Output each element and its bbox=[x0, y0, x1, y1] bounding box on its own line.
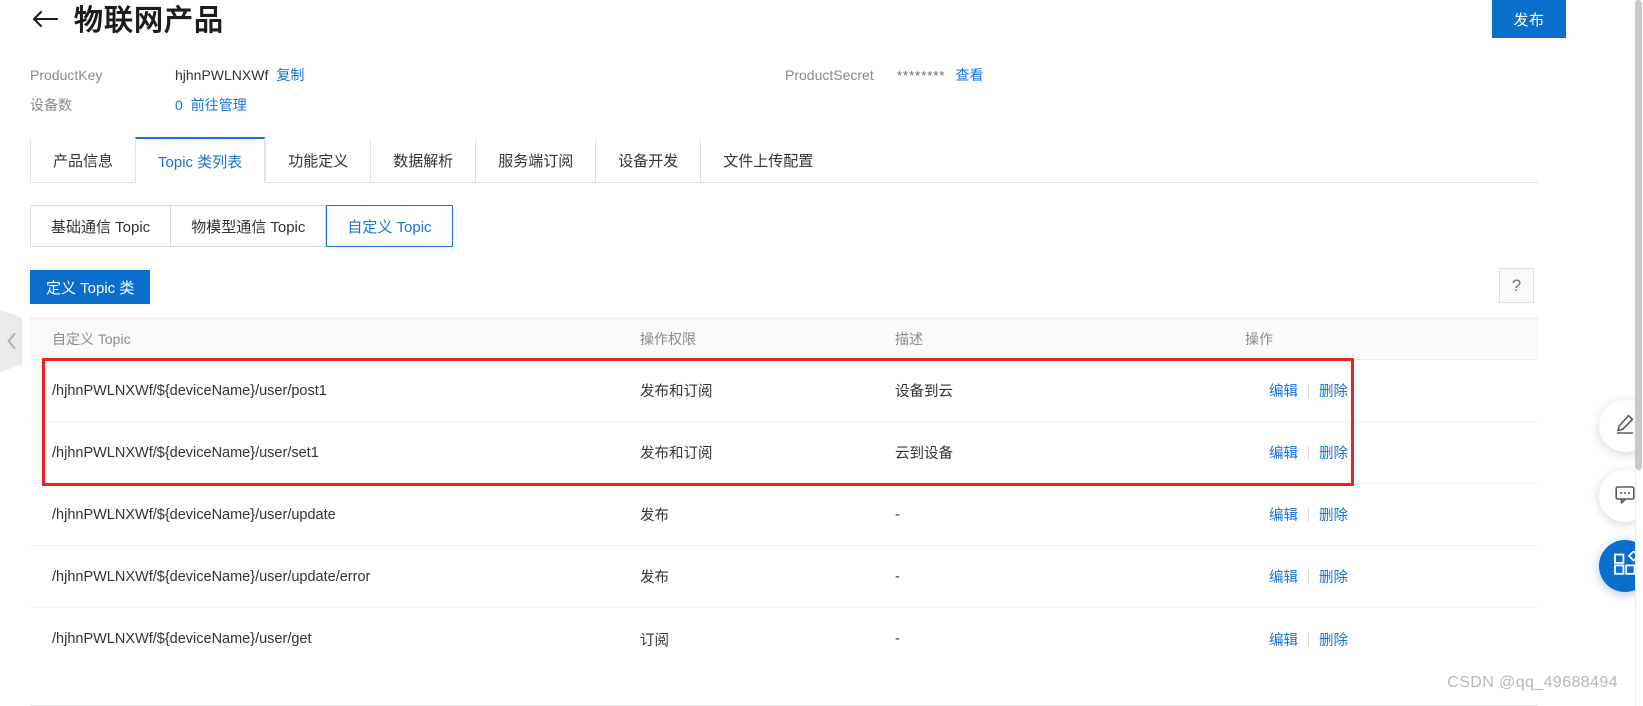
tab-server-subscribe[interactable]: 服务端订阅 bbox=[475, 138, 596, 182]
page-title: 物联网产品 bbox=[74, 4, 225, 37]
view-productsecret-link[interactable]: 查看 bbox=[955, 65, 983, 85]
productkey-label: ProductKey bbox=[30, 67, 103, 83]
tab-device-dev[interactable]: 设备开发 bbox=[595, 138, 701, 182]
delete-link[interactable]: 删除 bbox=[1309, 442, 1358, 463]
meta-row-devicecount: 设备数 0 前往管理 bbox=[30, 90, 1370, 120]
cell-description: - bbox=[895, 568, 900, 585]
productkey-value: hjhnPWLNXWf bbox=[175, 67, 269, 83]
cell-permission: 订阅 bbox=[640, 632, 669, 649]
delete-link[interactable]: 删除 bbox=[1309, 566, 1358, 587]
productsecret-label: ProductSecret bbox=[785, 67, 874, 83]
productsecret-value: ******** bbox=[897, 67, 946, 83]
table-row[interactable]: /hjhnPWLNXWf/${deviceName}/user/update 发… bbox=[30, 484, 1538, 546]
page-header: 物联网产品 bbox=[30, 6, 224, 36]
column-header-topic: 自定义 Topic bbox=[52, 331, 131, 347]
cell-actions: 编辑 删除 bbox=[1245, 442, 1538, 463]
devicecount-value: 0 bbox=[175, 97, 183, 113]
meta-row-productsecret: ProductSecret ******** 查看 bbox=[785, 60, 983, 90]
edit-link[interactable]: 编辑 bbox=[1259, 566, 1308, 587]
cell-permission: 发布和订阅 bbox=[640, 384, 713, 400]
tab-product-info[interactable]: 产品信息 bbox=[30, 138, 136, 182]
topic-subtabs: 基础通信 Topic 物模型通信 Topic 自定义 Topic bbox=[30, 205, 453, 247]
chat-bubble-icon bbox=[1613, 482, 1637, 511]
page-root: 发布 物联网产品 ProductKey hjhnPWLNXWf 复制 Produ… bbox=[0, 0, 1643, 706]
cell-topic: /hjhnPWLNXWf/${deviceName}/user/get bbox=[52, 631, 312, 647]
scrollbar-thumb[interactable] bbox=[1635, 0, 1642, 470]
left-rail bbox=[0, 0, 22, 706]
sidebar-collapse-handle[interactable] bbox=[0, 310, 22, 372]
publish-button[interactable]: 发布 bbox=[1492, 0, 1566, 38]
pencil-icon bbox=[1613, 412, 1637, 441]
subtab-basic-topic[interactable]: 基础通信 Topic bbox=[30, 205, 172, 247]
chevron-left-icon bbox=[6, 332, 17, 350]
cell-actions: 编辑 删除 bbox=[1245, 629, 1538, 650]
cell-description: - bbox=[895, 631, 900, 647]
primary-tabs: 产品信息 Topic 类列表 功能定义 数据解析 服务端订阅 设备开发 文件上传… bbox=[30, 137, 1538, 184]
column-header-permission: 操作权限 bbox=[640, 331, 696, 347]
watermark: CSDN @qq_49688494 bbox=[1447, 674, 1618, 691]
column-header-action: 操作 bbox=[1245, 331, 1273, 347]
column-header-description: 描述 bbox=[895, 331, 923, 347]
tab-data-parse[interactable]: 数据解析 bbox=[370, 138, 476, 182]
tab-file-upload[interactable]: 文件上传配置 bbox=[700, 138, 836, 182]
cell-topic: /hjhnPWLNXWf/${deviceName}/user/post1 bbox=[52, 382, 327, 399]
table-row[interactable]: /hjhnPWLNXWf/${deviceName}/user/update/e… bbox=[30, 546, 1538, 608]
edit-link[interactable]: 编辑 bbox=[1259, 442, 1308, 463]
cell-permission: 发布 bbox=[640, 570, 669, 586]
tab-function-define[interactable]: 功能定义 bbox=[265, 138, 371, 182]
edit-link[interactable]: 编辑 bbox=[1259, 629, 1308, 650]
cell-description: - bbox=[895, 506, 900, 523]
cell-actions: 编辑 删除 bbox=[1245, 380, 1538, 401]
page-scrollbar[interactable] bbox=[1635, 0, 1643, 706]
arrow-left-icon bbox=[31, 9, 59, 34]
delete-link[interactable]: 删除 bbox=[1309, 380, 1358, 401]
meta-row-productkey: ProductKey hjhnPWLNXWf 复制 ProductSecret … bbox=[30, 60, 1370, 90]
delete-link[interactable]: 删除 bbox=[1309, 504, 1358, 525]
cell-topic: /hjhnPWLNXWf/${deviceName}/user/set1 bbox=[52, 444, 319, 461]
cell-actions: 编辑 删除 bbox=[1245, 566, 1538, 587]
cell-topic: /hjhnPWLNXWf/${deviceName}/user/update bbox=[52, 506, 336, 523]
devicecount-label: 设备数 bbox=[30, 97, 72, 113]
cell-description: 设备到云 bbox=[895, 384, 953, 400]
edit-link[interactable]: 编辑 bbox=[1259, 504, 1308, 525]
cell-description: 云到设备 bbox=[895, 446, 953, 462]
tab-topic-list[interactable]: Topic 类列表 bbox=[135, 137, 266, 184]
help-button[interactable]: ? bbox=[1499, 268, 1534, 303]
cell-permission: 发布和订阅 bbox=[640, 446, 713, 462]
delete-link[interactable]: 删除 bbox=[1309, 629, 1358, 650]
go-manage-link[interactable]: 前往管理 bbox=[191, 95, 247, 115]
back-button[interactable] bbox=[30, 6, 60, 36]
cell-permission: 发布 bbox=[640, 508, 669, 524]
copy-productkey-link[interactable]: 复制 bbox=[276, 65, 304, 85]
subtab-tsl-topic[interactable]: 物模型通信 Topic bbox=[171, 205, 327, 247]
table-row[interactable]: /hjhnPWLNXWf/${deviceName}/user/set1 发布和… bbox=[30, 422, 1538, 484]
topic-table: 自定义 Topic 操作权限 描述 操作 /hjhnPWLNXWf/${devi… bbox=[30, 318, 1538, 670]
cell-topic: /hjhnPWLNXWf/${deviceName}/user/update/e… bbox=[52, 568, 371, 585]
define-topic-button[interactable]: 定义 Topic 类 bbox=[30, 270, 151, 304]
cell-actions: 编辑 删除 bbox=[1245, 504, 1538, 525]
product-meta: ProductKey hjhnPWLNXWf 复制 ProductSecret … bbox=[30, 60, 1370, 120]
edit-link[interactable]: 编辑 bbox=[1259, 380, 1308, 401]
table-row[interactable]: /hjhnPWLNXWf/${deviceName}/user/get 订阅 -… bbox=[30, 608, 1538, 670]
subtab-custom-topic[interactable]: 自定义 Topic bbox=[326, 205, 453, 247]
table-header-row: 自定义 Topic 操作权限 描述 操作 bbox=[30, 318, 1538, 360]
table-row[interactable]: /hjhnPWLNXWf/${deviceName}/user/post1 发布… bbox=[30, 360, 1538, 422]
